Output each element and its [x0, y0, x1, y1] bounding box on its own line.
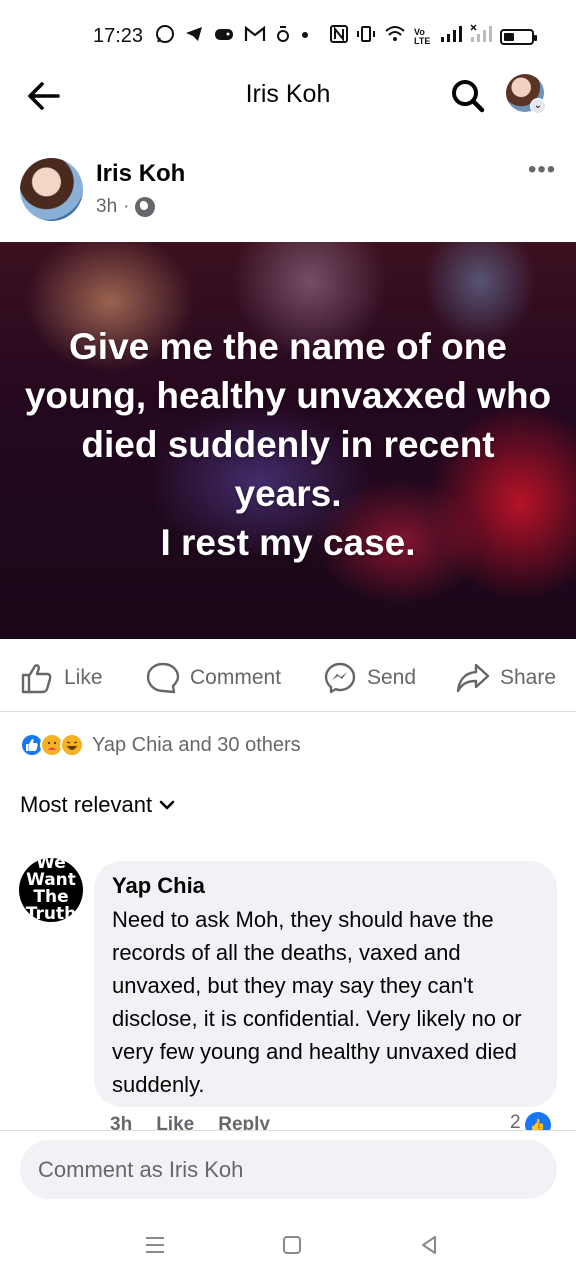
- reactions-text[interactable]: Yap Chia and 30 others: [92, 734, 301, 757]
- search-button[interactable]: [448, 76, 488, 116]
- chevron-down-icon[interactable]: ⌄: [530, 98, 546, 114]
- comment-reaction-count[interactable]: 2 👍: [510, 1112, 551, 1130]
- volte-icon: Vo LTE: [414, 26, 431, 46]
- comment-input-placeholder: Comment as Iris Koh: [38, 1156, 244, 1182]
- telegram-icon: [184, 24, 204, 51]
- whatsapp-icon: [155, 24, 175, 51]
- meta-separator: ·: [123, 196, 130, 217]
- comment-button[interactable]: Comment: [146, 660, 281, 696]
- reactions-summary[interactable]: Yap Chia and 30 others: [20, 730, 301, 760]
- divider: [0, 1130, 576, 1131]
- status-left-icons: [155, 24, 310, 51]
- send-label: Send: [367, 666, 417, 689]
- comment-label: Comment: [190, 666, 282, 689]
- menu-button[interactable]: [140, 1230, 170, 1260]
- chevron-down-icon: [159, 800, 175, 810]
- search-icon: [452, 80, 485, 113]
- page-title: Iris Koh: [245, 80, 331, 108]
- post-author-name[interactable]: Iris Koh: [96, 160, 185, 188]
- battery-icon: [500, 28, 537, 45]
- post-image-line-1: Give me the name of one young, healthy u…: [24, 326, 552, 514]
- post-image-line-2: I rest my case.: [160, 522, 416, 563]
- avatar-text-4: Truth: [25, 904, 77, 923]
- comment-text: Need to ask Moh, they should have the re…: [112, 907, 522, 1097]
- post-image[interactable]: Give me the name of one young, healthy u…: [0, 242, 576, 639]
- comment-reply-button[interactable]: Reply: [218, 1114, 270, 1130]
- gmail-icon: [244, 25, 266, 50]
- comment-sort-dropdown[interactable]: Most relevant: [20, 792, 176, 818]
- more-options-button[interactable]: •••: [528, 158, 556, 182]
- sort-label: Most relevant: [20, 792, 153, 817]
- status-time: 17:23: [93, 25, 144, 47]
- status-bar: 17:23 Vo LTE: [0, 0, 576, 68]
- divider: [0, 711, 576, 712]
- signal-icon: [440, 24, 462, 49]
- system-navigation-bar: [0, 1224, 576, 1264]
- system-back-button[interactable]: [414, 1230, 444, 1260]
- nfc-icon: [330, 24, 348, 49]
- send-button[interactable]: Send: [323, 660, 416, 696]
- menu-icon: [146, 1237, 164, 1253]
- vibrate-icon: [356, 24, 376, 49]
- comment-like-button[interactable]: Like: [156, 1114, 194, 1130]
- like-label: Like: [64, 666, 103, 689]
- post-time[interactable]: 3h: [96, 196, 117, 218]
- comment-input[interactable]: Comment as Iris Koh: [20, 1140, 557, 1199]
- app-icon: [275, 24, 291, 51]
- thumbs-up-icon: [21, 664, 52, 694]
- haha-reaction-icon: [60, 733, 84, 757]
- like-button[interactable]: Like: [20, 660, 103, 696]
- home-icon: [283, 1236, 301, 1254]
- like-reaction-icon: 👍: [524, 1112, 551, 1130]
- signal-x-icon: [470, 24, 492, 49]
- post-header: Iris Koh 3h · •••: [0, 150, 576, 230]
- post-image-text: Give me the name of one young, healthy u…: [0, 322, 576, 567]
- dot-icon: [300, 24, 310, 51]
- messenger-icon: [324, 662, 356, 694]
- home-button[interactable]: [277, 1230, 307, 1260]
- comment-author[interactable]: Yap Chia: [112, 873, 539, 899]
- comment-bubble[interactable]: Yap Chia Need to ask Moh, they should ha…: [94, 861, 557, 1107]
- app-header: Iris Koh ⌄: [0, 68, 576, 122]
- game-icon: [213, 24, 235, 51]
- status-right-icons: Vo LTE: [330, 24, 537, 49]
- post-actions: Like Comment Send Share: [0, 648, 576, 708]
- comment-time: 3h: [110, 1114, 133, 1130]
- wifi-icon: [384, 24, 406, 49]
- comment-reaction-number: 2: [510, 1112, 521, 1130]
- comment-avatar[interactable]: We Want The Truth: [19, 858, 83, 922]
- back-triangle-icon: [422, 1236, 436, 1254]
- globe-icon: [135, 197, 156, 217]
- comment-icon: [146, 662, 180, 694]
- share-icon: [456, 663, 490, 693]
- avatar[interactable]: [20, 158, 83, 221]
- comment-footer: 3h Like Reply: [110, 1114, 558, 1130]
- post-meta: 3h ·: [96, 196, 156, 218]
- share-button[interactable]: Share: [456, 660, 556, 696]
- share-label: Share: [500, 666, 557, 689]
